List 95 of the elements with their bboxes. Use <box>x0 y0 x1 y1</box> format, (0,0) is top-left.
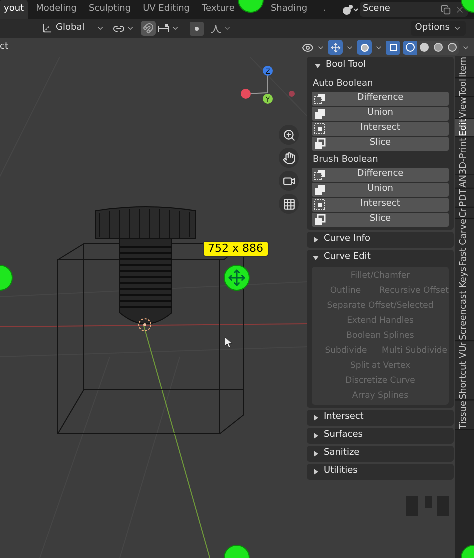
side-tab[interactable]: Item <box>455 57 474 78</box>
intersect-icon <box>314 123 326 135</box>
side-tab[interactable]: Tool <box>455 78 474 97</box>
workspace-tab[interactable]: yout <box>0 0 28 19</box>
visibility-icon[interactable] <box>302 42 314 54</box>
collapse-icon <box>315 63 321 69</box>
cursor-icon <box>225 337 233 348</box>
snap-target-dropdown[interactable] <box>158 24 180 34</box>
zoom-icon <box>282 128 296 142</box>
scene-name: Scene <box>363 2 390 16</box>
side-tab[interactable]: AN <box>455 175 474 190</box>
workspace-tab[interactable]: UV Editing <box>139 0 194 19</box>
panel-header[interactable]: Surfaces <box>307 428 454 444</box>
side-tab[interactable]: Tissue <box>455 400 474 430</box>
boolean-button[interactable]: Slice <box>312 213 449 227</box>
boolean-button[interactable]: Difference <box>312 168 449 182</box>
expand-icon <box>313 469 319 475</box>
xray-icon <box>390 44 396 51</box>
falloff-curve-icon <box>210 24 222 34</box>
difference-icon <box>314 93 326 105</box>
hand-button[interactable] <box>279 148 299 168</box>
chevron-icon <box>453 24 462 33</box>
boolean-button[interactable]: Slice <box>312 137 449 151</box>
boolean-button[interactable]: Intersect <box>312 198 449 212</box>
falloff-dropdown[interactable] <box>210 24 232 34</box>
boolean-button[interactable]: Difference <box>312 92 449 106</box>
move-icon <box>228 269 246 287</box>
workspace-tab[interactable]: Sculpting <box>85 0 136 19</box>
snap-toggle[interactable] <box>140 21 156 36</box>
material-shading-button[interactable] <box>431 40 445 54</box>
proportional-toggle[interactable] <box>190 22 204 36</box>
options-button[interactable]: Options <box>411 21 466 36</box>
collapse-icon <box>313 255 319 261</box>
rendered-shading-button[interactable] <box>445 40 459 54</box>
arrows-icon <box>330 42 340 52</box>
scene-icon[interactable] <box>342 4 358 16</box>
chevron-icon <box>222 24 232 33</box>
expand-icon <box>313 237 319 243</box>
overlay-toggle[interactable] <box>357 40 372 55</box>
move-handle[interactable] <box>224 265 250 291</box>
expand-icon <box>313 433 319 439</box>
size-label: 752 x 886 <box>203 241 268 257</box>
panel-header[interactable]: Intersect <box>307 410 454 426</box>
snap-target-icon <box>158 24 170 34</box>
workspace-tab[interactable]: Texture <box>198 0 239 19</box>
difference-icon <box>314 169 326 181</box>
hand-icon <box>282 152 296 164</box>
axis-icon <box>42 23 53 34</box>
camera-icon <box>282 174 296 188</box>
zoom-button[interactable] <box>279 125 299 145</box>
chevron-icon <box>96 24 105 33</box>
union-icon <box>314 184 326 196</box>
side-tab[interactable]: Cr <box>455 208 474 220</box>
boolean-button[interactable]: Union <box>312 107 449 121</box>
overlay-icon <box>360 44 368 52</box>
solid-shading-button[interactable] <box>417 40 431 54</box>
union-icon <box>314 108 326 120</box>
scene-field[interactable]: Scene <box>360 2 468 17</box>
workspace-tab[interactable]: Shading <box>266 0 312 19</box>
side-tab[interactable]: Shortcut VUr <box>455 342 474 401</box>
camera-button[interactable] <box>279 171 299 191</box>
close-icon[interactable] <box>455 4 465 14</box>
menu-label[interactable]: ct <box>0 40 8 54</box>
boolean-button[interactable]: Intersect <box>312 122 449 136</box>
side-tab[interactable]: Fast Carve <box>455 219 474 268</box>
chevron-icon <box>126 24 135 33</box>
grid-button[interactable] <box>279 194 299 214</box>
panel-header[interactable]: Utilities <box>307 464 454 480</box>
slice-icon <box>314 214 326 226</box>
side-tab[interactable]: 3D-Print <box>455 138 474 176</box>
globe-icon <box>406 43 414 52</box>
grid-icon <box>282 198 296 210</box>
slice-icon <box>314 138 326 150</box>
intersect-icon <box>314 199 326 211</box>
group-label: Brush Boolean <box>312 154 380 167</box>
side-tab[interactable]: PDT <box>455 189 474 208</box>
expand-icon <box>313 451 319 457</box>
chevron-icon <box>170 24 180 33</box>
panel-header[interactable]: Bool Tool <box>307 57 454 75</box>
side-tab[interactable]: View <box>455 96 474 120</box>
magnet-icon <box>142 23 154 34</box>
expand-icon <box>313 415 319 421</box>
panel-header[interactable]: Sanitize <box>307 446 454 462</box>
copy-icon[interactable] <box>441 4 451 14</box>
boolean-button[interactable]: Union <box>312 183 449 197</box>
side-tab[interactable]: Screencast Keys <box>455 267 474 342</box>
gizmo-toggle[interactable] <box>328 40 343 55</box>
workspace-tab[interactable]: Modeling <box>32 0 82 19</box>
xray-toggle[interactable] <box>386 40 400 54</box>
tabs-more[interactable]: . <box>324 2 326 16</box>
side-tab[interactable]: Edit <box>455 119 474 138</box>
group-label: Auto Boolean <box>312 78 374 91</box>
orientation-dropdown[interactable]: Global <box>40 21 107 36</box>
panel-header[interactable]: Curve Info <box>307 232 454 248</box>
wireframe-shading-button[interactable] <box>403 40 417 54</box>
